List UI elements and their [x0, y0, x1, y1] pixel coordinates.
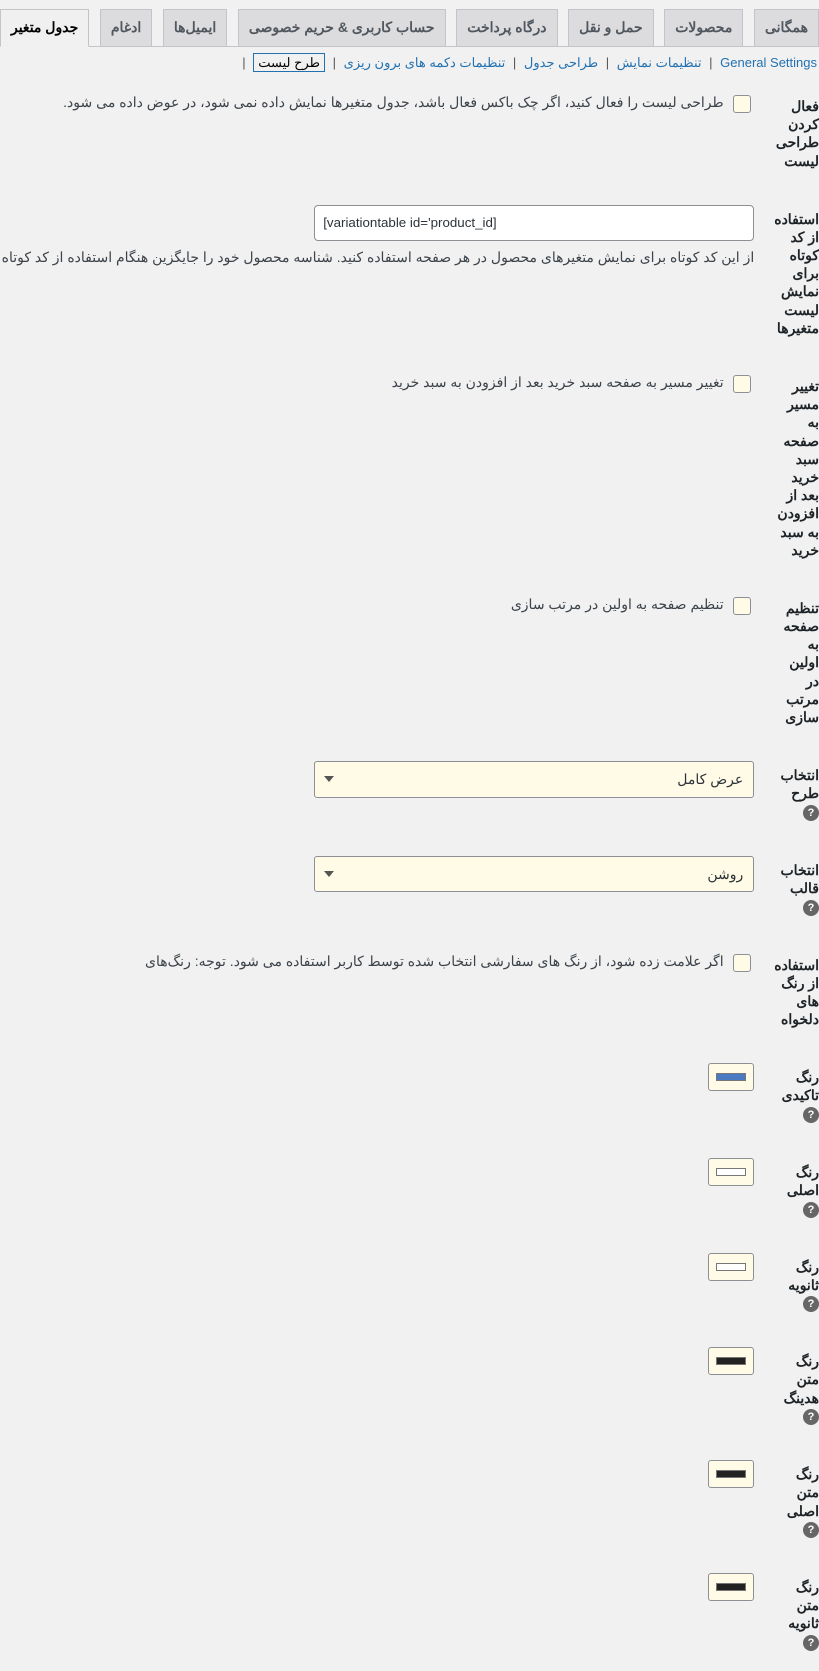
- row-color-secondary: رنگ ثانویه ?: [0, 1238, 819, 1333]
- select-layout[interactable]: عرض کامل: [314, 761, 754, 797]
- subsection-links: General Settings | تنظیمات نمایش | طراحی…: [0, 47, 819, 77]
- label-custom-colors: استفاده از رنگ های دلخواه: [764, 936, 819, 1049]
- tab-variation-table[interactable]: جدول متغیر: [0, 9, 89, 47]
- label-color-primary-text: رنگ اصلی: [787, 1164, 819, 1198]
- label-color-accent: رنگ تاکیدی ?: [764, 1048, 819, 1143]
- color-chip: [716, 1263, 746, 1271]
- desc-custom-colors: اگر علامت زده شود، از رنگ های سفارشی انت…: [145, 953, 724, 969]
- help-icon[interactable]: ?: [803, 1202, 819, 1218]
- tab-shipping[interactable]: حمل و نقل: [568, 9, 653, 46]
- help-icon[interactable]: ?: [803, 1107, 819, 1123]
- label-color-secondary-text-text: رنگ متن ثانویه: [788, 1579, 819, 1631]
- label-color-secondary-text: رنگ ثانویه: [788, 1259, 819, 1293]
- separator: |: [509, 55, 520, 70]
- color-picker-main-text[interactable]: [708, 1460, 754, 1488]
- field-enable-list[interactable]: طراحی لیست را فعال کنید، اگر چک باکس فعا…: [63, 95, 754, 110]
- separator: |: [329, 55, 340, 70]
- label-color-main-text: رنگ متن اصلی ?: [764, 1445, 819, 1558]
- desc-shortcode: از این کد کوتاه برای نمایش متغیرهای محصو…: [0, 247, 754, 268]
- color-picker-accent[interactable]: [708, 1063, 754, 1091]
- tab-emails[interactable]: ایمیل‌ها: [163, 9, 227, 46]
- row-color-primary: رنگ اصلی ?: [0, 1143, 819, 1238]
- row-custom-colors: استفاده از رنگ های دلخواه اگر علامت زده …: [0, 936, 819, 1049]
- color-picker-primary[interactable]: [708, 1158, 754, 1186]
- settings-form: فعال کردن طراحی لیست طراحی لیست را فعال …: [0, 77, 819, 1671]
- label-redirect-cart: تغییر مسیر به صفحه سبد خرید بعد از افزود…: [764, 357, 819, 579]
- row-template-select: انتخاب قالب ? روشن: [0, 841, 819, 936]
- label-color-primary: رنگ اصلی ?: [764, 1143, 819, 1238]
- tab-payments[interactable]: درگاه پرداخت: [456, 9, 557, 46]
- label-template-select: انتخاب قالب ?: [764, 841, 819, 936]
- sublink-display-settings[interactable]: تنظیمات نمایش: [617, 55, 702, 70]
- label-color-heading-text: رنگ متن هدینگ ?: [764, 1332, 819, 1445]
- separator: |: [238, 55, 249, 70]
- color-chip: [716, 1357, 746, 1365]
- label-enable-list: فعال کردن طراحی لیست: [764, 77, 819, 190]
- label-color-secondary-text: رنگ متن ثانویه ?: [764, 1558, 819, 1671]
- help-icon[interactable]: ?: [803, 1635, 819, 1651]
- label-color-heading-text-text: رنگ متن هدینگ: [784, 1353, 819, 1405]
- row-layout-select: انتخاب طرح ? عرض کامل: [0, 746, 819, 841]
- label-template-select-text: انتخاب قالب: [781, 862, 819, 896]
- checkbox-custom-colors[interactable]: [733, 954, 751, 972]
- color-picker-heading-text[interactable]: [708, 1347, 754, 1375]
- desc-redirect-cart: تغییر مسیر به صفحه سبد خرید بعد از افزود…: [392, 374, 724, 390]
- row-color-main-text: رنگ متن اصلی ?: [0, 1445, 819, 1558]
- color-picker-secondary[interactable]: [708, 1253, 754, 1281]
- tab-general[interactable]: همگانی: [754, 9, 819, 46]
- label-set-page-first: تنظیم صفحه به اولین در مرتب سازی: [764, 579, 819, 746]
- checkbox-enable-list[interactable]: [733, 95, 751, 113]
- color-chip: [716, 1073, 746, 1081]
- separator: |: [602, 55, 613, 70]
- sublink-export-buttons[interactable]: تنظیمات دکمه های برون ریزی: [344, 55, 506, 70]
- separator: |: [705, 55, 716, 70]
- row-shortcode: استفاده از کد کوتاه برای نمایش لیست متغی…: [0, 190, 819, 357]
- checkbox-redirect-cart[interactable]: [733, 375, 751, 393]
- sublink-list-layout[interactable]: طرح لیست: [253, 53, 325, 72]
- select-template[interactable]: روشن: [314, 856, 754, 892]
- row-set-page-first: تنظیم صفحه به اولین در مرتب سازی تنظیم ص…: [0, 579, 819, 746]
- sublink-general-settings[interactable]: General Settings: [720, 55, 817, 70]
- help-icon[interactable]: ?: [803, 1522, 819, 1538]
- checkbox-set-page-first[interactable]: [733, 597, 751, 615]
- label-color-secondary: رنگ ثانویه ?: [764, 1238, 819, 1333]
- label-layout-select: انتخاب طرح ?: [764, 746, 819, 841]
- sublink-table-design[interactable]: طراحی جدول: [524, 55, 598, 70]
- row-redirect-cart: تغییر مسیر به صفحه سبد خرید بعد از افزود…: [0, 357, 819, 579]
- color-chip: [716, 1470, 746, 1478]
- desc-enable-list: طراحی لیست را فعال کنید، اگر چک باکس فعا…: [63, 94, 723, 110]
- desc-set-page-first: تنظیم صفحه به اولین در مرتب سازی: [511, 596, 724, 612]
- row-color-heading-text: رنگ متن هدینگ ?: [0, 1332, 819, 1445]
- label-color-accent-text: رنگ تاکیدی: [782, 1069, 819, 1103]
- template-select-wrap: روشن: [314, 856, 754, 892]
- color-chip: [716, 1168, 746, 1176]
- help-icon[interactable]: ?: [803, 900, 819, 916]
- label-layout-select-text: انتخاب طرح: [781, 767, 819, 801]
- help-icon[interactable]: ?: [803, 1409, 819, 1425]
- color-chip: [716, 1583, 746, 1591]
- row-enable-list: فعال کردن طراحی لیست طراحی لیست را فعال …: [0, 77, 819, 190]
- field-set-page-first[interactable]: تنظیم صفحه به اولین در مرتب سازی: [511, 597, 754, 612]
- input-shortcode[interactable]: [314, 205, 754, 242]
- label-color-main-text-text: رنگ متن اصلی: [787, 1466, 819, 1518]
- tab-account-privacy[interactable]: حساب کاربری & حریم خصوصی: [238, 9, 446, 46]
- label-shortcode: استفاده از کد کوتاه برای نمایش لیست متغی…: [764, 190, 819, 357]
- color-picker-secondary-text[interactable]: [708, 1573, 754, 1601]
- row-color-secondary-text: رنگ متن ثانویه ?: [0, 1558, 819, 1671]
- settings-tabs: همگانی محصولات حمل و نقل درگاه پرداخت حس…: [0, 0, 819, 47]
- field-redirect-cart[interactable]: تغییر مسیر به صفحه سبد خرید بعد از افزود…: [392, 375, 755, 390]
- help-icon[interactable]: ?: [803, 805, 819, 821]
- layout-select-wrap: عرض کامل: [314, 761, 754, 797]
- tab-products[interactable]: محصولات: [664, 9, 743, 46]
- field-custom-colors[interactable]: اگر علامت زده شود، از رنگ های سفارشی انت…: [145, 954, 754, 969]
- help-icon[interactable]: ?: [803, 1296, 819, 1312]
- row-color-accent: رنگ تاکیدی ?: [0, 1048, 819, 1143]
- tab-integration[interactable]: ادغام: [100, 9, 152, 46]
